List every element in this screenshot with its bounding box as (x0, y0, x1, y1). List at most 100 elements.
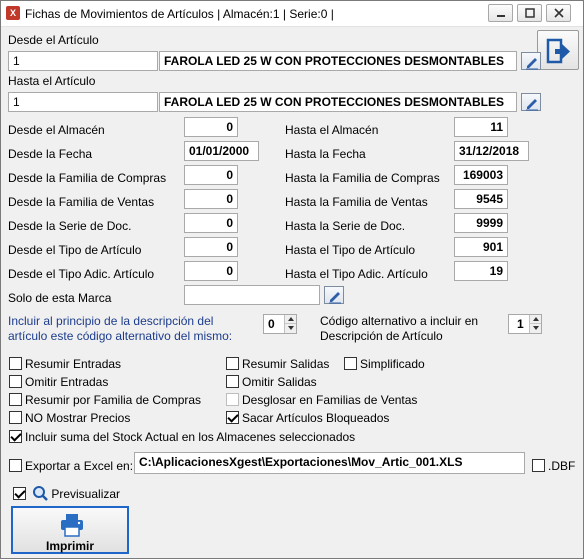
codigo-alternativo-label-line2: Descripción de Artículo (320, 329, 443, 343)
marca-lookup-button[interactable] (324, 286, 344, 304)
previsualizar-checkbox[interactable]: Previsualizar (13, 485, 120, 501)
desde-tipo-articulo-field[interactable]: 0 (184, 237, 238, 257)
hasta-tipo-adic-label: Hasta el Tipo Adic. Artículo (285, 267, 428, 281)
checkbox-box[interactable] (226, 375, 239, 388)
hasta-serie-doc-field[interactable]: 9999 (454, 213, 508, 233)
incluir-suma-stock-checkbox[interactable]: Incluir suma del Stock Actual en los Alm… (9, 430, 355, 446)
hasta-articulo-description-field[interactable]: FAROLA LED 25 W CON PROTECCIONES DESMONT… (159, 92, 517, 112)
exportar-excel-checkbox[interactable]: Exportar a Excel en: (9, 459, 133, 475)
marca-field[interactable] (184, 285, 320, 305)
desde-almacen-label: Desde el Almacén (8, 123, 105, 137)
close-button[interactable] (546, 4, 571, 22)
no-mostrar-precios-label: NO Mostrar Precios (25, 411, 131, 425)
checkbox-box[interactable] (226, 357, 239, 370)
dbf-label: .DBF (548, 459, 576, 473)
hasta-articulo-label: Hasta el Artículo (8, 74, 96, 88)
codigo-alternativo-label-line1: Código alternativo a incluir en (320, 314, 479, 328)
desde-fecha-field[interactable]: 01/01/2000 (184, 141, 259, 161)
desde-almacen-field[interactable]: 0 (184, 117, 238, 137)
checkbox-box[interactable] (9, 393, 22, 406)
resumir-entradas-checkbox[interactable]: Resumir Entradas (9, 357, 121, 373)
desde-tipo-articulo-label: Desde el Tipo de Artículo (8, 243, 142, 257)
desde-articulo-lookup-button[interactable] (521, 52, 541, 70)
hasta-almacen-label: Hasta el Almacén (285, 123, 379, 137)
incluir-codigo-spinner[interactable]: 0 (263, 314, 297, 334)
sacar-bloqueados-label: Sacar Artículos Bloqueados (242, 411, 390, 425)
hasta-fecha-field[interactable]: 31/12/2018 (454, 141, 529, 161)
desde-articulo-code-field[interactable]: 1 (8, 51, 158, 71)
hasta-tipo-articulo-label: Hasta el Tipo de Artículo (285, 243, 416, 257)
incluir-suma-stock-label: Incluir suma del Stock Actual en los Alm… (25, 430, 356, 444)
desde-serie-doc-field[interactable]: 0 (184, 213, 238, 233)
omitir-salidas-checkbox[interactable]: Omitir Salidas (226, 375, 317, 391)
checkbox-box[interactable] (13, 487, 26, 500)
edit-pencil-icon (526, 99, 538, 111)
hasta-articulo-lookup-button[interactable] (521, 93, 541, 111)
codigo-alternativo-spinner[interactable]: 1 (508, 314, 542, 334)
hasta-tipo-adic-field[interactable]: 19 (454, 261, 508, 281)
maximize-button[interactable] (517, 4, 542, 22)
exit-button[interactable] (537, 30, 579, 70)
minimize-icon (497, 15, 505, 17)
checkbox-box[interactable] (532, 459, 545, 472)
omitir-salidas-label: Omitir Salidas (242, 375, 317, 389)
simplificado-label: Simplificado (360, 357, 425, 371)
desglosar-familias-ventas-checkbox[interactable]: Desglosar en Familias de Ventas (226, 393, 417, 409)
hasta-almacen-field[interactable]: 11 (454, 117, 508, 137)
incluir-codigo-label-line1: Incluir al principio de la descripción d… (8, 314, 214, 328)
exit-door-icon (546, 38, 570, 64)
hasta-familia-compras-field[interactable]: 169003 (454, 165, 508, 185)
spinner-arrows[interactable] (529, 315, 541, 333)
dbf-checkbox[interactable]: .DBF (532, 459, 575, 475)
desde-tipo-adic-label: Desde el Tipo Adic. Artículo (8, 267, 155, 281)
edit-pencil-icon (329, 292, 341, 304)
desglosar-familias-ventas-label: Desglosar en Familias de Ventas (242, 393, 418, 407)
checkbox-box[interactable] (226, 411, 239, 424)
hasta-serie-doc-label: Hasta la Serie de Doc. (285, 219, 406, 233)
print-button[interactable]: Imprimir (11, 506, 129, 554)
resumir-salidas-label: Resumir Salidas (242, 357, 330, 371)
hasta-familia-compras-label: Hasta la Familia de Compras (285, 171, 440, 185)
main-window: X Fichas de Movimientos de Artículos | A… (0, 0, 584, 559)
checkbox-box[interactable] (9, 411, 22, 424)
app-logo-icon: X (6, 6, 20, 20)
desde-tipo-adic-field[interactable]: 0 (184, 261, 238, 281)
hasta-articulo-code-field[interactable]: 1 (8, 92, 158, 112)
export-path-field[interactable]: C:\AplicacionesXgest\Exportaciones\Mov_A… (134, 452, 525, 474)
checkbox-box[interactable] (9, 459, 22, 472)
desde-familia-ventas-field[interactable]: 0 (184, 189, 238, 209)
no-mostrar-precios-checkbox[interactable]: NO Mostrar Precios (9, 411, 130, 427)
marca-label: Solo de esta Marca (8, 291, 112, 305)
checkbox-box[interactable] (9, 375, 22, 388)
hasta-fecha-label: Hasta la Fecha (285, 147, 366, 161)
sacar-bloqueados-checkbox[interactable]: Sacar Artículos Bloqueados (226, 411, 389, 427)
edit-pencil-icon (526, 58, 538, 70)
incluir-codigo-value: 0 (268, 317, 275, 331)
spin-up-arrow-icon[interactable] (530, 315, 541, 324)
desde-familia-compras-field[interactable]: 0 (184, 165, 238, 185)
omitir-entradas-label: Omitir Entradas (25, 375, 109, 389)
spin-down-arrow-icon[interactable] (285, 324, 296, 333)
hasta-tipo-articulo-field[interactable]: 901 (454, 237, 508, 257)
magnifier-icon (33, 486, 49, 501)
desde-familia-ventas-label: Desde la Familia de Ventas (8, 195, 155, 209)
spinner-arrows[interactable] (284, 315, 296, 333)
previsualizar-label: Previsualizar (51, 487, 121, 501)
minimize-button[interactable] (488, 4, 513, 22)
spin-up-arrow-icon[interactable] (285, 315, 296, 324)
simplificado-checkbox[interactable]: Simplificado (344, 357, 425, 373)
desde-articulo-description-field[interactable]: FAROLA LED 25 W CON PROTECCIONES DESMONT… (159, 51, 517, 71)
checkbox-box[interactable] (9, 357, 22, 370)
resumir-familia-compras-checkbox[interactable]: Resumir por Familia de Compras (9, 393, 201, 409)
omitir-entradas-checkbox[interactable]: Omitir Entradas (9, 375, 108, 391)
spin-down-arrow-icon[interactable] (530, 324, 541, 333)
resumir-salidas-checkbox[interactable]: Resumir Salidas (226, 357, 329, 373)
title-bar[interactable]: X Fichas de Movimientos de Artículos | A… (1, 1, 583, 27)
print-button-label: Imprimir (45, 539, 94, 553)
checkbox-box[interactable] (344, 357, 357, 370)
desde-serie-doc-label: Desde la Serie de Doc. (8, 219, 132, 233)
checkbox-box[interactable] (9, 430, 22, 443)
desde-familia-compras-label: Desde la Familia de Compras (8, 171, 167, 185)
hasta-familia-ventas-field[interactable]: 9545 (454, 189, 508, 209)
checkbox-box[interactable] (226, 393, 239, 406)
